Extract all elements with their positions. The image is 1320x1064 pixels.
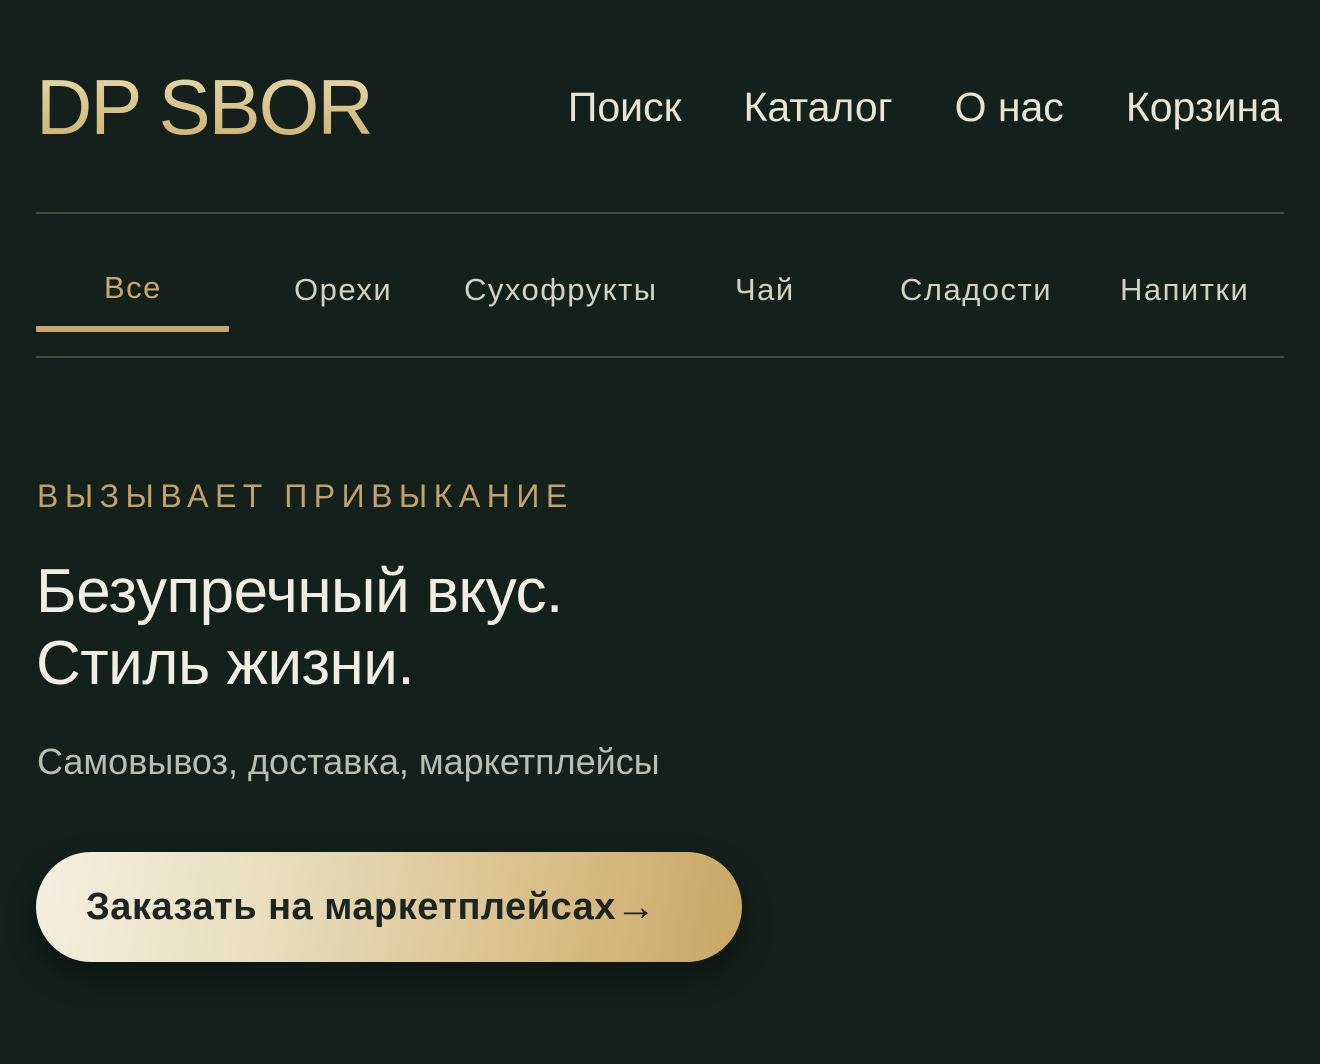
- main-nav: Поиск Каталог О нас Корзина: [568, 82, 1282, 132]
- order-on-marketplaces-button[interactable]: Заказать на маркетплейсах →: [36, 852, 742, 962]
- nav-link-about[interactable]: О нас: [955, 82, 1064, 132]
- hero-subtitle: Самовывоз, доставка, маркетплейсы: [37, 741, 660, 782]
- hero-headline: Безупречный вкус. Стиль жизни.: [36, 556, 563, 700]
- nav-link-search[interactable]: Поиск: [568, 82, 682, 132]
- tab-dried-fruits[interactable]: Сухофрукты: [464, 268, 658, 312]
- category-tabs: Все Орехи Сухофрукты Чай Сладости Напитк…: [36, 250, 1284, 334]
- tab-drinks[interactable]: Напитки: [1120, 268, 1249, 312]
- tab-sweets[interactable]: Сладости: [900, 268, 1052, 312]
- logo[interactable]: DP SBOR: [36, 62, 374, 152]
- cta-label: Заказать на маркетплейсах: [86, 886, 616, 928]
- arrow-right-icon: →: [615, 885, 656, 929]
- hero-headline-line2: Стиль жизни.: [36, 629, 415, 698]
- active-tab-indicator: [36, 326, 229, 332]
- hero-headline-line1: Безупречный вкус.: [36, 557, 563, 626]
- tabs-divider: [36, 356, 1284, 358]
- tab-nuts[interactable]: Орехи: [294, 268, 392, 312]
- header-divider: [36, 212, 1284, 214]
- tab-tea[interactable]: Чай: [735, 268, 795, 312]
- hero-eyebrow: ВЫЗЫВАЕТ ПРИВЫКАНИЕ: [37, 478, 574, 514]
- nav-link-cart[interactable]: Корзина: [1126, 82, 1282, 132]
- site-header: DP SBOR Поиск Каталог О нас Корзина: [36, 0, 1284, 214]
- nav-link-catalog[interactable]: Каталог: [744, 82, 893, 132]
- tab-all[interactable]: Все: [104, 266, 162, 310]
